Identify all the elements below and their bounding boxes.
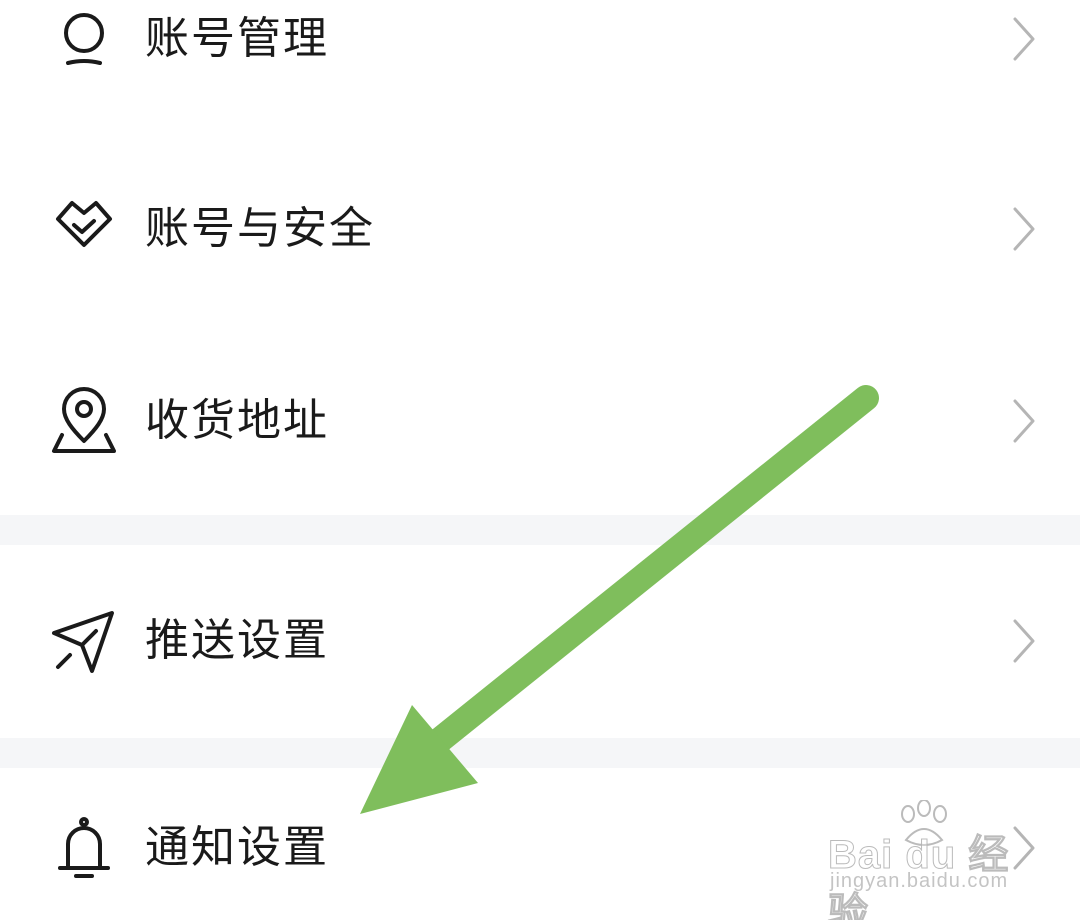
settings-item-shipping-address[interactable]: 收货地址 <box>0 346 1080 496</box>
settings-item-label: 收货地址 <box>145 395 329 446</box>
user-icon <box>48 3 120 75</box>
chevron-right-icon <box>1010 397 1038 445</box>
settings-item-account-security[interactable]: 账号与安全 <box>0 154 1080 304</box>
settings-item-label: 账号管理 <box>145 13 329 64</box>
settings-item-account-management[interactable]: 账号管理 <box>0 0 1080 114</box>
chevron-right-icon <box>1010 824 1038 872</box>
bell-icon <box>48 812 120 884</box>
settings-item-push-settings[interactable]: 推送设置 <box>0 566 1080 716</box>
chevron-right-icon <box>1010 205 1038 253</box>
shield-check-icon <box>48 193 120 265</box>
send-icon <box>48 605 120 677</box>
settings-item-label: 通知设置 <box>145 822 329 873</box>
chevron-right-icon <box>1010 617 1038 665</box>
settings-item-label: 账号与安全 <box>145 203 375 254</box>
chevron-right-icon <box>1010 15 1038 63</box>
section-divider <box>0 738 1080 768</box>
settings-item-label: 推送设置 <box>145 615 329 666</box>
settings-screen: 账号管理 账号与安全 收货地址 推送设置 通知设置 Bai du 经验 jing… <box>0 0 1080 920</box>
settings-item-notification-settings[interactable]: 通知设置 <box>0 773 1080 920</box>
section-divider <box>0 515 1080 545</box>
location-pin-icon <box>48 385 120 457</box>
